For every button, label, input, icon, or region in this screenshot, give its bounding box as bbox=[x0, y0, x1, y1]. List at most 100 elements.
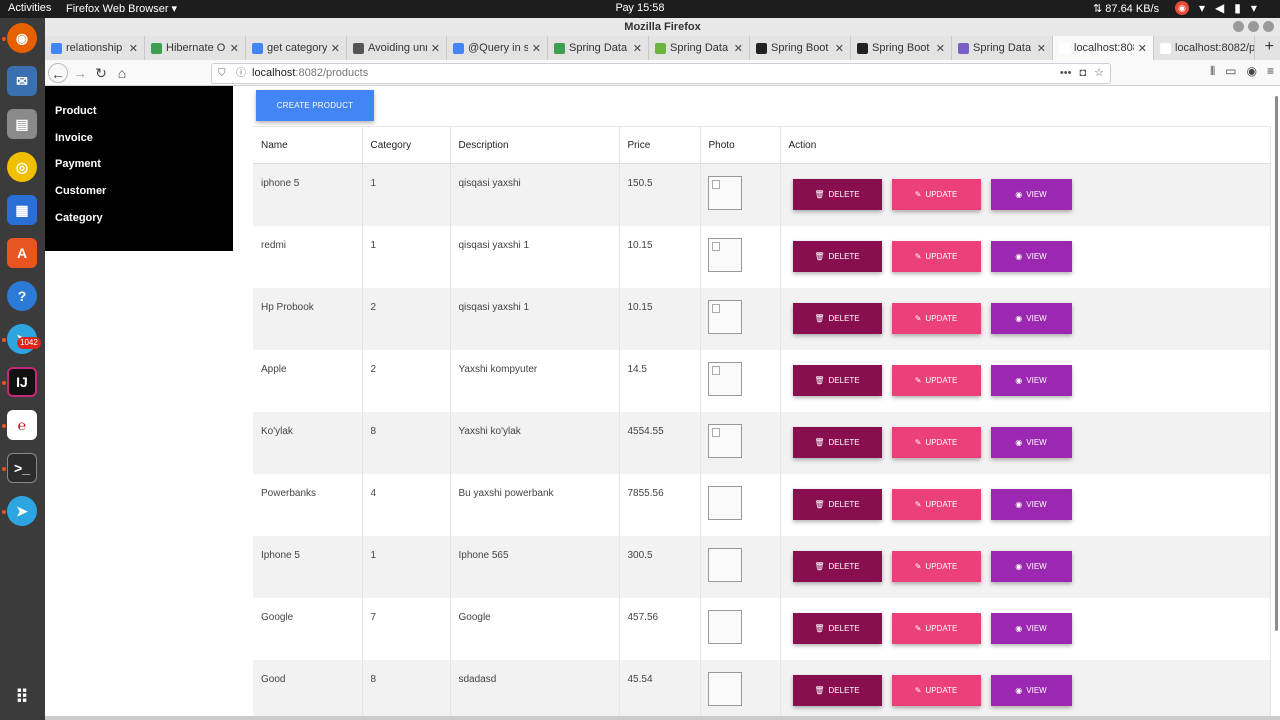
update-button[interactable]: ✎ UPDATE bbox=[891, 364, 981, 396]
maximize-icon[interactable] bbox=[1248, 21, 1259, 32]
address-bar[interactable]: ⛉ ⓘ localhost:8082/products ••• ◘ ☆ bbox=[211, 63, 1111, 84]
delete-button[interactable]: 🗑 DELETE bbox=[792, 488, 882, 520]
browser-tab[interactable]: Spring Data J ✕ bbox=[649, 36, 750, 60]
horizontal-scrollbar[interactable] bbox=[45, 716, 1280, 720]
update-button[interactable]: ✎ UPDATE bbox=[891, 674, 981, 706]
view-button[interactable]: ◉ VIEW bbox=[990, 240, 1072, 272]
close-window-icon[interactable] bbox=[1263, 21, 1274, 32]
battery-icon[interactable]: ▮ bbox=[1234, 1, 1241, 15]
forward-icon[interactable]: → bbox=[70, 63, 90, 83]
tab-close-icon[interactable]: ✕ bbox=[936, 42, 945, 55]
power-menu-icon[interactable]: ▾ bbox=[1251, 1, 1257, 15]
tracking-shield-icon[interactable]: ⛉ bbox=[218, 64, 226, 83]
view-button[interactable]: ◉ VIEW bbox=[990, 426, 1072, 458]
pocket-icon[interactable]: ◘ bbox=[1079, 64, 1086, 83]
product-photo bbox=[707, 547, 742, 582]
browser-tab[interactable]: Spring Boot D ✕ bbox=[851, 36, 952, 60]
library-icon[interactable]: ⫴ bbox=[1210, 64, 1215, 79]
view-button[interactable]: ◉ VIEW bbox=[990, 612, 1072, 644]
browser-tab[interactable]: Hibernate One ✕ bbox=[145, 36, 246, 60]
text-editor-icon[interactable]: ℮ bbox=[7, 410, 37, 440]
sidebar-item-category[interactable]: Category bbox=[45, 212, 233, 239]
tab-close-icon[interactable]: ✕ bbox=[431, 42, 440, 55]
tab-close-icon[interactable]: ✕ bbox=[1037, 42, 1046, 55]
tab-close-icon[interactable]: ✕ bbox=[331, 42, 340, 55]
terminal-icon[interactable]: >_ bbox=[7, 453, 37, 483]
url-text[interactable]: localhost:8082/products bbox=[252, 64, 368, 83]
wifi-icon[interactable]: ▾ bbox=[1199, 1, 1205, 15]
browser-tab[interactable]: get category ✕ bbox=[246, 36, 347, 60]
view-button[interactable]: ◉ VIEW bbox=[990, 488, 1072, 520]
system-tray[interactable]: ◉ ▾ ◀ ▮ ▾ bbox=[1175, 1, 1257, 15]
sidebar-item-payment[interactable]: Payment bbox=[45, 158, 233, 185]
view-button[interactable]: ◉ VIEW bbox=[990, 674, 1072, 706]
cell-category: 8 bbox=[362, 659, 451, 720]
create-product-button[interactable]: CREATE PRODUCT bbox=[256, 90, 374, 121]
firefox-icon[interactable]: ◉ bbox=[7, 23, 37, 53]
browser-tab[interactable]: Spring Boot D ✕ bbox=[750, 36, 851, 60]
tab-close-icon[interactable]: ✕ bbox=[532, 42, 541, 55]
site-info-icon[interactable]: ⓘ bbox=[236, 64, 246, 83]
tab-close-icon[interactable]: ✕ bbox=[230, 42, 239, 55]
view-button[interactable]: ◉ VIEW bbox=[990, 179, 1072, 210]
back-icon[interactable]: ← bbox=[48, 63, 68, 83]
software-center-icon[interactable]: A bbox=[7, 238, 37, 268]
update-button[interactable]: ✎ UPDATE bbox=[891, 488, 981, 520]
view-button[interactable]: ◉ VIEW bbox=[990, 364, 1072, 396]
vertical-scrollbar[interactable] bbox=[1275, 96, 1278, 631]
page-actions-icon[interactable]: ••• bbox=[1060, 64, 1072, 83]
tab-close-icon[interactable]: ✕ bbox=[1138, 42, 1147, 55]
sidebar-item-customer[interactable]: Customer bbox=[45, 185, 233, 212]
tab-close-icon[interactable]: ✕ bbox=[633, 42, 642, 55]
files-icon[interactable]: ▤ bbox=[7, 109, 37, 139]
minimize-icon[interactable] bbox=[1233, 21, 1244, 32]
browser-tab[interactable]: Spring Data J ✕ bbox=[952, 36, 1053, 60]
update-button[interactable]: ✎ UPDATE bbox=[891, 179, 981, 210]
delete-button[interactable]: 🗑 DELETE bbox=[792, 674, 882, 706]
sidebar-item-invoice[interactable]: Invoice bbox=[45, 132, 233, 159]
update-button[interactable]: ✎ UPDATE bbox=[891, 612, 981, 644]
tab-close-icon[interactable]: ✕ bbox=[835, 42, 844, 55]
home-icon[interactable]: ⌂ bbox=[112, 63, 132, 83]
browser-tab[interactable]: Avoiding unn ✕ bbox=[347, 36, 447, 60]
view-button[interactable]: ◉ VIEW bbox=[990, 550, 1072, 582]
update-button[interactable]: ✎ UPDATE bbox=[891, 426, 981, 458]
new-tab-icon[interactable]: + bbox=[1265, 38, 1274, 56]
reload-icon[interactable]: ↻ bbox=[91, 63, 111, 83]
account-icon[interactable]: ◉ bbox=[1247, 64, 1257, 79]
rhythmbox-icon[interactable]: ◎ bbox=[7, 152, 37, 182]
volume-icon[interactable]: ◀ bbox=[1215, 1, 1224, 15]
update-button[interactable]: ✎ UPDATE bbox=[891, 240, 981, 272]
delete-button[interactable]: 🗑 DELETE bbox=[792, 240, 882, 272]
browser-tab[interactable]: Spring Data J ✕ bbox=[548, 36, 649, 60]
delete-button[interactable]: 🗑 DELETE bbox=[792, 550, 882, 582]
sidebar-item-product[interactable]: Product bbox=[45, 105, 233, 132]
bookmark-star-icon[interactable]: ☆ bbox=[1094, 64, 1104, 83]
view-button[interactable]: ◉ VIEW bbox=[990, 302, 1072, 334]
update-button[interactable]: ✎ UPDATE bbox=[891, 550, 981, 582]
tab-close-icon[interactable]: ✕ bbox=[129, 42, 138, 55]
thunderbird-icon[interactable]: ✉ bbox=[7, 66, 37, 96]
menu-icon[interactable]: ≡ bbox=[1267, 64, 1274, 79]
browser-tab[interactable]: relationship o ✕ bbox=[45, 36, 145, 60]
show-applications-icon[interactable]: ⠿ bbox=[7, 682, 37, 712]
delete-button[interactable]: 🗑 DELETE bbox=[792, 364, 882, 396]
writer-icon[interactable]: ▦ bbox=[7, 195, 37, 225]
help-icon[interactable]: ? bbox=[7, 281, 37, 311]
intellij-icon[interactable]: IJ bbox=[7, 367, 37, 397]
delete-button[interactable]: 🗑 DELETE bbox=[792, 179, 882, 210]
update-button[interactable]: ✎ UPDATE bbox=[891, 302, 981, 334]
browser-tab[interactable]: @Query in sp ✕ bbox=[447, 36, 548, 60]
delete-button[interactable]: 🗑 DELETE bbox=[792, 302, 882, 334]
net-speed-indicator[interactable]: ⇅ 87.64 KB/s bbox=[1093, 2, 1159, 15]
browser-tab[interactable]: localhost:8082/p bbox=[1154, 36, 1255, 60]
browser-tab[interactable]: localhost:8082/p ✕ bbox=[1053, 36, 1154, 60]
delete-button[interactable]: 🗑 DELETE bbox=[792, 612, 882, 644]
delete-button[interactable]: 🗑 DELETE bbox=[792, 426, 882, 458]
tab-bar: relationship o✕Hibernate One✕get categor… bbox=[45, 36, 1280, 60]
telegram-desktop-icon[interactable]: ➤ bbox=[7, 496, 37, 526]
sidebar-toggle-icon[interactable]: ▭ bbox=[1225, 64, 1236, 79]
clock[interactable]: Рау 15:58 bbox=[0, 2, 1280, 14]
chrome-tray-icon[interactable]: ◉ bbox=[1175, 1, 1189, 15]
tab-close-icon[interactable]: ✕ bbox=[734, 42, 743, 55]
